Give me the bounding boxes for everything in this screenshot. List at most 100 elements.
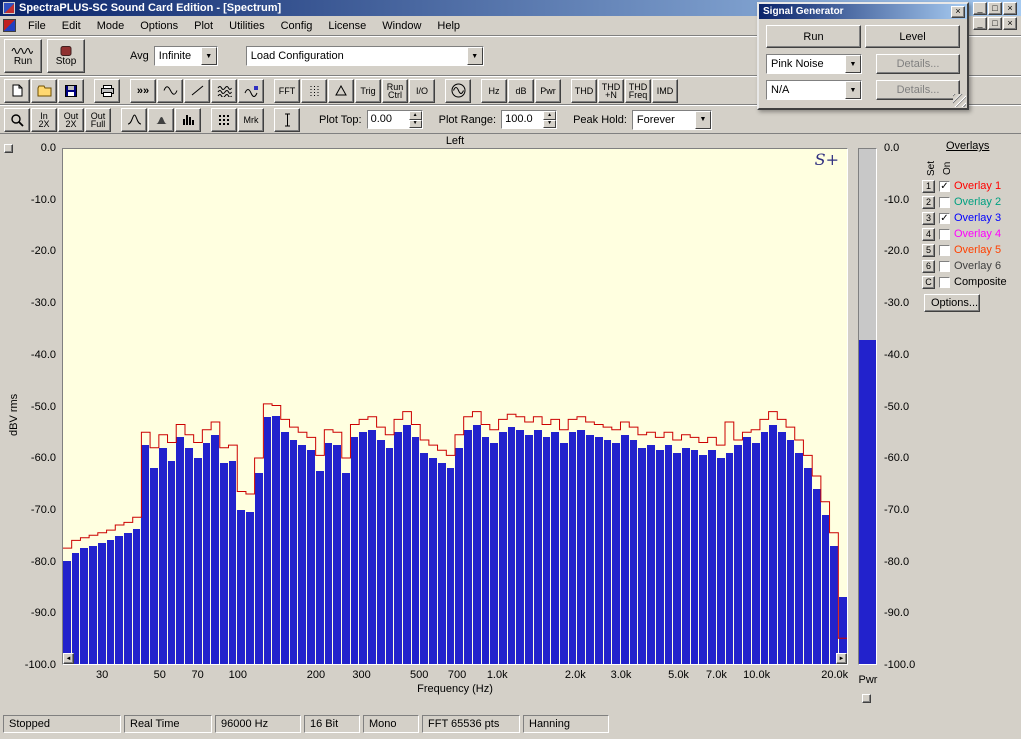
generator-level-button[interactable]: Level [865,25,960,48]
child-minimize-button[interactable]: _ [973,17,987,30]
overlay-checkbox-4[interactable] [939,228,950,240]
overlay-set-button-6[interactable]: 6 [922,259,935,273]
generator-run-button[interactable]: Run [766,25,861,48]
generator-modulation-select-dropdown-icon[interactable]: ▼ [845,81,861,99]
menu-edit[interactable]: Edit [54,18,89,34]
menu-file[interactable]: File [20,18,54,34]
plot-scroll-right-button[interactable]: ► [836,653,847,664]
menu-mode[interactable]: Mode [89,18,133,34]
open-file-button[interactable] [31,78,57,103]
grid-icon [218,114,231,125]
signal-generator-titlebar[interactable]: Signal Generator × [759,4,967,19]
menu-config[interactable]: Config [273,18,321,34]
load-configuration-select-dropdown-icon[interactable]: ▼ [466,47,483,65]
meter-scale-label: -40.0 [884,348,910,361]
generator-modulation-select[interactable]: N/A ▼ [766,80,862,100]
signal-generator-close-button[interactable]: × [951,5,965,18]
pwr-button[interactable]: Pwr [535,78,561,103]
hz-button[interactable]: Hz [481,78,507,103]
trigger-button[interactable]: Trig [355,78,381,103]
status-segment: Hanning [523,715,609,733]
wave-print-button[interactable] [238,78,264,103]
spectrum-window-icon[interactable] [3,19,16,32]
zoom-out-2x-button[interactable]: Out 2X [58,107,84,132]
overlay-checkbox-3[interactable]: ✓ [939,212,950,224]
thd-button[interactable]: THD [571,78,597,103]
thd-freq-button[interactable]: THD Freq [625,78,651,103]
menu-window[interactable]: Window [374,18,429,34]
meter-scale-label: -70.0 [884,503,910,516]
cursor-button[interactable] [274,107,300,132]
peak-hold-select-dropdown-icon[interactable]: ▼ [694,110,711,129]
fast-forward-button[interactable]: »» [130,78,156,103]
maximize-button[interactable]: □ [988,2,1002,15]
menu-license[interactable]: License [320,18,374,34]
menu-help[interactable]: Help [429,18,468,34]
plot-range-input-down-icon[interactable]: ▼ [543,119,557,128]
plot-range-input-value[interactable]: 100.0 [502,111,543,128]
new-file-button[interactable] [4,78,30,103]
peak-curve-button[interactable] [328,78,354,103]
io-button[interactable]: I/O [409,78,435,103]
app-icon [3,2,15,14]
close-button[interactable]: × [1003,2,1017,15]
overlay-checkbox-6[interactable] [939,260,950,272]
slope-button[interactable] [184,78,210,103]
overlay-set-button-1[interactable]: 1 [922,179,935,193]
overlay-checkbox-5[interactable] [939,244,950,256]
multi-wave-button[interactable] [211,78,237,103]
resize-grip[interactable] [953,94,966,107]
overlay-set-button-C[interactable]: C [922,275,935,289]
line-plot-button[interactable] [121,107,147,132]
x-axis-label: 3.0k [610,669,632,681]
sampling-button[interactable] [301,78,327,103]
overlays-title[interactable]: Overlays [946,140,1020,152]
zoom-in-2x-button[interactable]: In 2X [31,107,57,132]
plot-top-input-down-icon[interactable]: ▼ [408,119,422,128]
application-window: { "window": { "title": "SpectraPLUS-SC S… [0,0,1021,739]
run-button[interactable]: Run [4,39,42,73]
load-configuration-select[interactable]: Load Configuration ▼ [245,46,484,66]
db-button[interactable]: dB [508,78,534,103]
thd-n-button[interactable]: THD +N [598,78,624,103]
spectrogram-button[interactable] [211,107,237,132]
overlay-row: 3 ✓ Overlay 3 [922,210,1007,226]
stop-button[interactable]: Stop [47,39,85,73]
overlay-set-button-4[interactable]: 4 [922,227,935,241]
menu-utilities[interactable]: Utilities [221,18,272,34]
menu-plot[interactable]: Plot [186,18,221,34]
spectrum-plot[interactable]: S+ [62,148,848,665]
signal-generator-button[interactable] [445,78,471,103]
overlay-checkbox-C[interactable] [939,276,950,288]
plot-top-input-up-icon[interactable]: ▲ [408,111,422,120]
minimize-button[interactable]: _ [973,2,987,15]
save-button[interactable] [58,78,84,103]
plot-range-input-up-icon[interactable]: ▲ [543,111,557,120]
generator-waveform-select[interactable]: Pink Noise ▼ [766,54,862,74]
generator-waveform-select-dropdown-icon[interactable]: ▼ [845,55,861,73]
print-button[interactable] [94,78,120,103]
bar-plot-button[interactable] [175,107,201,132]
meter-scale-label: -30.0 [884,297,910,310]
averaging-select-dropdown-icon[interactable]: ▼ [200,47,217,65]
zoom-out-full-button[interactable]: Out Full [85,107,111,132]
meter-splitter-icon[interactable] [862,694,871,703]
filled-plot-button[interactable] [148,107,174,132]
wave-scroll-button[interactable] [157,78,183,103]
marker-button[interactable]: Mrk [238,107,264,132]
child-restore-button[interactable]: □ [988,17,1002,30]
run-control-button[interactable]: Run Ctrl [382,78,408,103]
zoom-button[interactable] [4,107,30,132]
overlay-checkbox-2[interactable] [939,196,950,208]
plot-top-input-value[interactable]: 0.00 [368,111,409,128]
plot-scroll-left-button[interactable]: ◄ [63,653,74,664]
overlay-set-button-3[interactable]: 3 [922,211,935,225]
averaging-select[interactable]: Infinite ▼ [153,46,218,66]
overlay-checkbox-1[interactable]: ✓ [939,180,950,192]
child-close-button[interactable]: × [1003,17,1017,30]
delta-icon [335,85,347,96]
imd-button[interactable]: IMD [652,78,678,103]
peak-hold-select[interactable]: Forever ▼ [631,109,712,130]
fft-settings-button[interactable]: FFT [274,78,300,103]
menu-options[interactable]: Options [132,18,186,34]
